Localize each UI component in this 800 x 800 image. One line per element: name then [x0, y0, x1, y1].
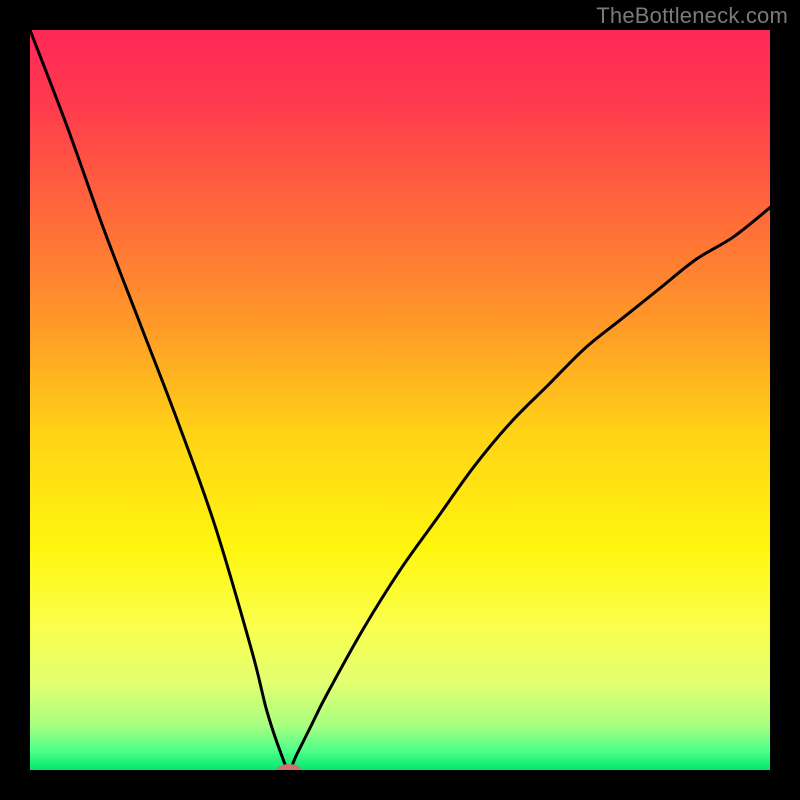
watermark-text: TheBottleneck.com — [596, 3, 788, 29]
gradient-background — [30, 30, 770, 770]
bottleneck-chart — [30, 30, 770, 770]
chart-frame: TheBottleneck.com — [0, 0, 800, 800]
plot-area — [30, 30, 770, 770]
